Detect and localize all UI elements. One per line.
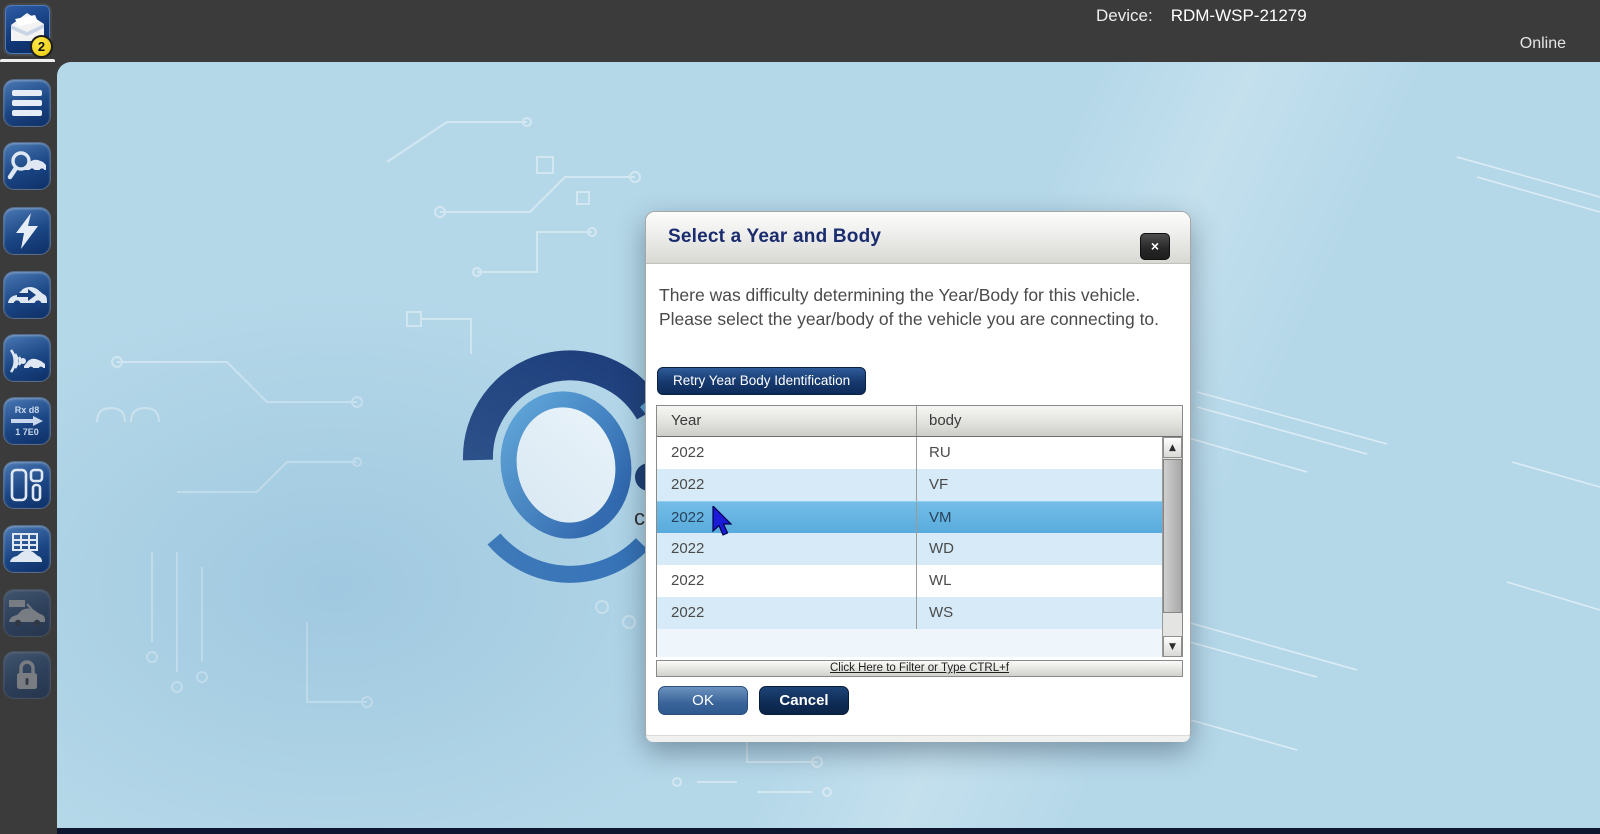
partial-logo-text: c [634, 505, 645, 531]
sidebar: Rx d8 1 7E0 [0, 62, 57, 834]
scrollbar-thumb[interactable] [1163, 459, 1182, 613]
flash-icon[interactable] [4, 208, 50, 254]
table-header: Year body [657, 406, 1182, 437]
column-header-year[interactable]: Year [657, 406, 917, 436]
device-value: RDM-WSP-21279 [1171, 6, 1307, 26]
lock-icon[interactable] [4, 652, 50, 698]
mouse-cursor [712, 506, 734, 537]
table-row[interactable]: 2022 WS [657, 597, 1164, 629]
vehicle-search-icon[interactable] [4, 143, 50, 189]
table-row[interactable]: 2022 WD [657, 533, 1164, 565]
garage-icon[interactable] [4, 526, 50, 572]
dialog-message: There was difficulty determining the Yea… [659, 283, 1161, 331]
table-filler-row [657, 629, 1164, 657]
dialog-title: Select a Year and Body [668, 226, 881, 248]
vertical-scrollbar[interactable]: ▲ ▼ [1162, 437, 1182, 657]
online-status: Online [1520, 35, 1566, 53]
messages-icon[interactable]: 2 [3, 3, 52, 56]
top-bar: 2 Device: RDM-WSP-21279 Online [0, 0, 1600, 62]
dialog-header: Select a Year and Body × [646, 212, 1190, 264]
arrow-icon [11, 416, 43, 426]
bottom-strip [57, 828, 1600, 834]
vehicle-history-icon[interactable] [4, 590, 50, 636]
table-rows: 2022 RU 2022 VF 2022 VM 2022 WD 2022 WL … [657, 437, 1164, 657]
dialog-footer [646, 735, 1190, 742]
table-row[interactable]: 2022 RU [657, 437, 1164, 469]
select-year-body-dialog: Select a Year and Body × There was diffi… [645, 211, 1191, 742]
vehicle-connect-icon[interactable] [4, 272, 50, 318]
filter-bar[interactable]: Click Here to Filter or Type CTRL+f [656, 660, 1183, 677]
close-button[interactable]: × [1140, 233, 1170, 260]
notification-badge: 2 [30, 35, 53, 58]
reports-icon[interactable] [4, 462, 50, 508]
scroll-down-button[interactable]: ▼ [1163, 636, 1182, 657]
cancel-button[interactable]: Cancel [759, 686, 849, 715]
column-header-body[interactable]: body [917, 406, 1182, 436]
year-body-table: Year body 2022 RU 2022 VF 2022 VM 2022 W… [656, 405, 1183, 657]
retry-year-body-button[interactable]: Retry Year Body Identification [657, 367, 866, 395]
wireless-vehicle-icon[interactable] [4, 335, 50, 381]
table-row[interactable]: 2022 VF [657, 469, 1164, 501]
device-info: Device: RDM-WSP-21279 [1096, 6, 1307, 26]
menu-icon[interactable] [4, 80, 50, 126]
device-label: Device: [1096, 6, 1153, 26]
bus-monitor-line1: Rx d8 [15, 405, 40, 415]
ok-button[interactable]: OK [658, 686, 748, 715]
table-row[interactable]: 2022 WL [657, 565, 1164, 597]
bus-monitor-icon[interactable]: Rx d8 1 7E0 [4, 398, 50, 444]
scroll-up-button[interactable]: ▲ [1163, 437, 1182, 458]
bus-monitor-line2: 1 7E0 [15, 427, 39, 437]
